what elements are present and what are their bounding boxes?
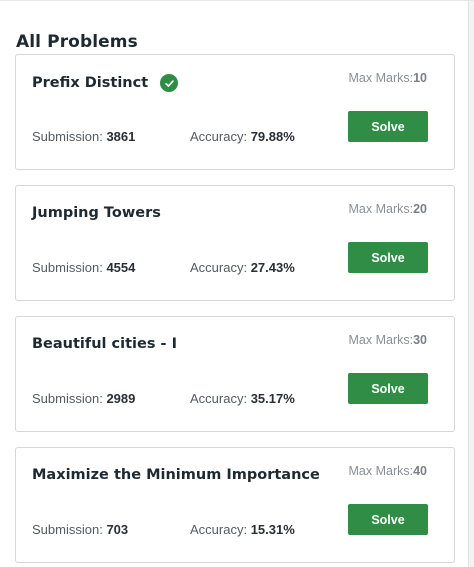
max-marks-value: 20 [413, 202, 427, 216]
solve-button[interactable]: Solve [348, 242, 428, 273]
problem-card: Beautiful cities - I Max Marks:30 Submis… [15, 316, 455, 432]
max-marks-label: Max Marks: [348, 71, 414, 85]
submission-count: Submission: 2989 [32, 391, 135, 406]
submission-count: Submission: 703 [32, 522, 128, 537]
max-marks: Max Marks:20 [349, 202, 428, 216]
accuracy: Accuracy: 15.31% [190, 522, 295, 537]
problem-title-row: Maximize the Minimum Importance [32, 467, 320, 483]
submission-value: 3861 [106, 129, 136, 144]
solve-button[interactable]: Solve [348, 111, 428, 142]
problem-card: Jumping Towers Max Marks:20 Submission: … [15, 185, 455, 301]
problem-title-row: Jumping Towers [32, 205, 161, 221]
submission-label: Submission: [32, 129, 103, 144]
problems-panel: All Problems Prefix Distinct Max Marks:1… [0, 0, 474, 567]
max-marks: Max Marks:30 [349, 333, 428, 347]
max-marks: Max Marks:10 [349, 71, 428, 85]
accuracy: Accuracy: 79.88% [190, 129, 295, 144]
problem-title[interactable]: Maximize the Minimum Importance [32, 467, 320, 483]
max-marks: Max Marks:40 [349, 464, 428, 478]
accuracy: Accuracy: 27.43% [190, 260, 295, 275]
submission-label: Submission: [32, 391, 103, 406]
accuracy-value: 15.31% [250, 522, 295, 537]
max-marks-label: Max Marks: [348, 464, 414, 478]
max-marks-value: 30 [413, 333, 427, 347]
submission-label: Submission: [32, 522, 103, 537]
scrollbar[interactable] [468, 1, 474, 567]
problem-title-row: Prefix Distinct [32, 74, 179, 92]
solve-button[interactable]: Solve [348, 373, 428, 404]
problem-title[interactable]: Beautiful cities - I [32, 336, 177, 352]
problem-title[interactable]: Prefix Distinct [32, 75, 148, 91]
max-marks-label: Max Marks: [348, 202, 414, 216]
problem-title-row: Beautiful cities - I [32, 336, 177, 352]
accuracy-value: 79.88% [250, 129, 295, 144]
submission-value: 4554 [106, 260, 136, 275]
max-marks-value: 40 [413, 464, 427, 478]
accuracy: Accuracy: 35.17% [190, 391, 295, 406]
solve-button[interactable]: Solve [348, 504, 428, 535]
accuracy-label: Accuracy: [190, 129, 248, 144]
submission-label: Submission: [32, 260, 103, 275]
accuracy-label: Accuracy: [190, 522, 248, 537]
submission-count: Submission: 3861 [32, 129, 135, 144]
submission-count: Submission: 4554 [32, 260, 135, 275]
submission-value: 703 [106, 522, 129, 537]
accuracy-label: Accuracy: [190, 391, 248, 406]
problem-card: Prefix Distinct Max Marks:10 Submission:… [15, 54, 455, 170]
accuracy-value: 35.17% [250, 391, 295, 406]
accuracy-label: Accuracy: [190, 260, 248, 275]
submission-value: 2989 [106, 391, 136, 406]
page-title: All Problems [16, 32, 138, 52]
check-circle-icon [160, 74, 179, 92]
accuracy-value: 27.43% [250, 260, 295, 275]
problem-title[interactable]: Jumping Towers [32, 205, 161, 221]
problem-card: Maximize the Minimum Importance Max Mark… [15, 447, 455, 563]
max-marks-value: 10 [413, 71, 427, 85]
max-marks-label: Max Marks: [348, 333, 414, 347]
